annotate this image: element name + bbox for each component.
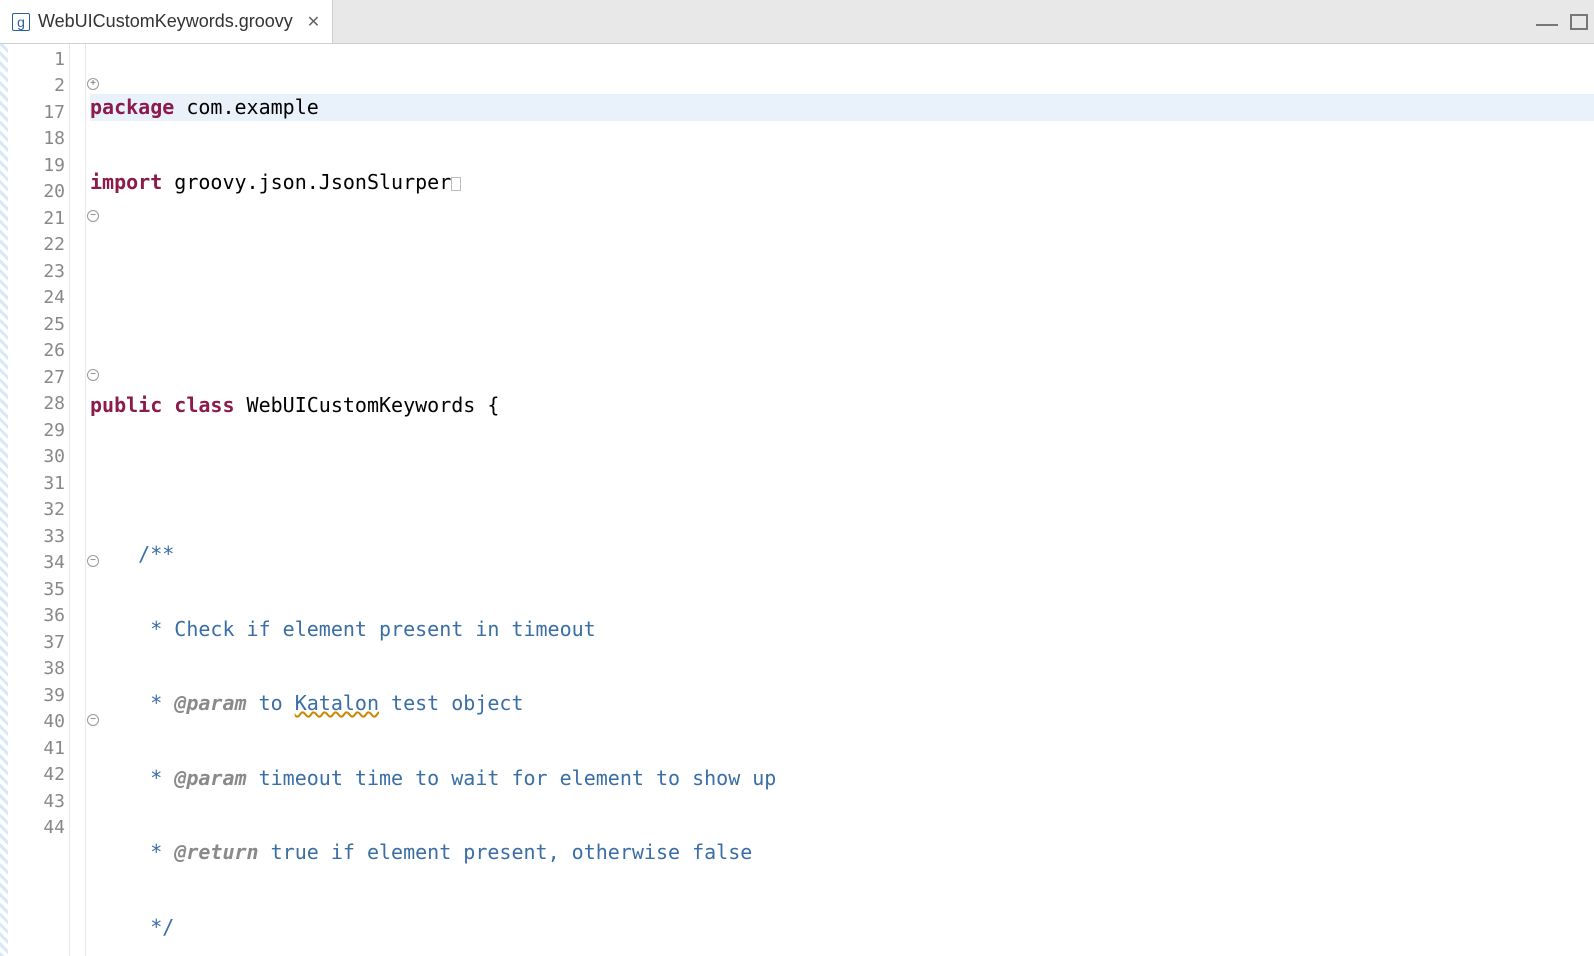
line-number[interactable]: 44	[8, 815, 69, 842]
line-number[interactable]: 35	[8, 576, 69, 603]
line-number[interactable]: 1	[8, 46, 69, 73]
line-number[interactable]: 29	[8, 417, 69, 444]
line-number[interactable]: 36	[8, 603, 69, 630]
code-line[interactable]: * @param timeout time to wait for elemen…	[90, 765, 1594, 792]
line-number[interactable]: 30	[8, 444, 69, 471]
code-line[interactable]: public class WebUICustomKeywords {	[90, 392, 1594, 419]
code-line[interactable]: */	[90, 914, 1594, 941]
maximize-icon[interactable]	[1570, 14, 1588, 30]
line-number[interactable]: 17	[8, 99, 69, 126]
line-number[interactable]: 20	[8, 179, 69, 206]
change-marker-strip	[0, 44, 8, 956]
line-number[interactable]: 34	[8, 550, 69, 577]
line-number[interactable]: 38	[8, 656, 69, 683]
fold-collapse-icon[interactable]: −	[87, 714, 99, 726]
editor: 1 2 17 18 19 20 21 22 23 24 25 26 27 28 …	[0, 44, 1594, 956]
line-number[interactable]: 19	[8, 152, 69, 179]
line-number[interactable]: 41	[8, 735, 69, 762]
line-number[interactable]: 37	[8, 629, 69, 656]
code-line[interactable]: * Check if element present in timeout	[90, 616, 1594, 643]
line-number[interactable]: 24	[8, 285, 69, 312]
line-number[interactable]: 39	[8, 682, 69, 709]
code-line[interactable]: package com.example	[90, 94, 1594, 121]
line-number[interactable]: 21	[8, 205, 69, 232]
code-line[interactable]: * @param to Katalon test object	[90, 690, 1594, 717]
folded-region-icon[interactable]	[451, 177, 461, 191]
minimize-icon[interactable]	[1536, 18, 1558, 26]
tab-bar: g WebUICustomKeywords.groovy ✕	[0, 0, 1594, 44]
line-number[interactable]: 18	[8, 126, 69, 153]
code-line[interactable]: import groovy.json.JsonSlurper	[90, 169, 1594, 196]
code-line[interactable]	[90, 467, 1594, 494]
line-number[interactable]: 31	[8, 470, 69, 497]
line-number[interactable]: 43	[8, 788, 69, 815]
editor-tab[interactable]: g WebUICustomKeywords.groovy ✕	[0, 0, 333, 43]
groovy-file-icon: g	[12, 13, 30, 31]
fold-column: + − − − −	[70, 44, 86, 956]
line-number[interactable]: 28	[8, 391, 69, 418]
line-number-gutter: 1 2 17 18 19 20 21 22 23 24 25 26 27 28 …	[8, 44, 70, 956]
code-line[interactable]: * @return true if element present, other…	[90, 839, 1594, 866]
editor-toolbar-right	[1536, 0, 1588, 43]
line-number[interactable]: 40	[8, 709, 69, 736]
code-line[interactable]: /**	[90, 541, 1594, 568]
line-number[interactable]: 26	[8, 338, 69, 365]
code-area[interactable]: package com.example import groovy.json.J…	[86, 44, 1594, 956]
code-line[interactable]	[90, 318, 1594, 345]
line-number[interactable]: 33	[8, 523, 69, 550]
line-number[interactable]: 42	[8, 762, 69, 789]
code-line[interactable]	[90, 243, 1594, 270]
close-tab-icon[interactable]: ✕	[307, 12, 320, 32]
line-number[interactable]: 2	[8, 73, 69, 100]
line-number[interactable]: 25	[8, 311, 69, 338]
line-number[interactable]: 32	[8, 497, 69, 524]
tab-filename: WebUICustomKeywords.groovy	[38, 11, 293, 32]
fold-expand-icon[interactable]: +	[87, 78, 99, 90]
line-number[interactable]: 27	[8, 364, 69, 391]
line-number[interactable]: 23	[8, 258, 69, 285]
fold-collapse-icon[interactable]: −	[87, 555, 99, 567]
line-number[interactable]: 22	[8, 232, 69, 259]
